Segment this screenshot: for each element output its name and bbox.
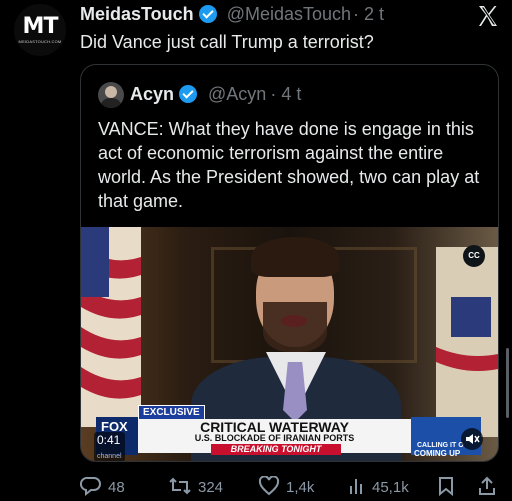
share-button[interactable] [478,476,502,496]
repost-count: 324 [198,479,224,496]
repost-icon [169,477,191,495]
verified-badge-icon [179,85,198,103]
promo-text: CALLING IT O [417,442,464,449]
scrollbar-thumb[interactable] [506,348,509,418]
speaker-mouth [281,315,307,327]
repost-button[interactable]: 324 [168,476,223,496]
tweet-age[interactable]: · 2 t [353,4,384,24]
speaker-beard [263,302,327,352]
author-name[interactable]: MeidasTouch [80,4,194,24]
reply-button[interactable]: 48 [79,476,125,497]
us-flag-image [81,227,141,427]
quoted-tweet-text: VANCE: What they have done is engage in … [98,119,480,211]
video-time: 0:41 [97,433,121,447]
reply-icon [79,476,101,497]
promo-coming-up: COMING UP [414,449,461,458]
quoted-header: Acyn @Acyn · 4 t [130,84,301,105]
like-count: 1,4k [286,479,315,496]
quoted-author-name[interactable]: Acyn [130,84,174,104]
quoted-tweet-age[interactable]: · 4 t [270,84,301,104]
speaker-muted-icon [466,434,480,444]
x-logo-icon[interactable] [476,4,500,28]
views-chart-icon [350,479,362,494]
captions-button[interactable]: CC [463,245,485,267]
bookmark-button[interactable] [438,476,460,497]
views-button[interactable]: 45,1k [348,476,409,496]
like-button[interactable]: 1,4k [258,475,315,496]
tweet-header: MeidasTouch @MeidasTouch · 2 t [80,4,384,25]
author-avatar[interactable]: MT MEIDASTOUCH.COM [14,4,66,56]
share-icon [479,476,495,495]
flag-right-image [436,247,498,437]
video-timestamp: 0:41 channel [94,432,125,461]
quoted-author-handle[interactable]: @Acyn [208,84,266,104]
bookmark-icon [439,477,453,497]
reply-count: 48 [108,479,125,496]
quoted-author-avatar[interactable] [98,82,124,108]
avatar-logo-text: MT [22,14,59,39]
channel-label: channel [97,453,122,460]
author-handle[interactable]: @MeidasTouch [227,4,351,24]
breaking-tag: BREAKING TONIGHT [211,444,341,455]
mute-button[interactable] [461,428,483,450]
video-player[interactable]: CC FOX EXCLUSIVE CRITICAL WATERWAY U.S. … [81,227,498,461]
chyron-subheadline: U.S. BLOCKADE OF IRANIAN PORTS [194,433,355,443]
tweet-text: Did Vance just call Trump a terrorist? [80,32,374,52]
heart-icon [258,475,280,496]
avatar-logo-subtext: MEIDASTOUCH.COM [18,39,62,44]
speaker-hair [251,237,339,277]
verified-badge-icon [198,5,217,23]
views-count: 45,1k [372,479,409,496]
